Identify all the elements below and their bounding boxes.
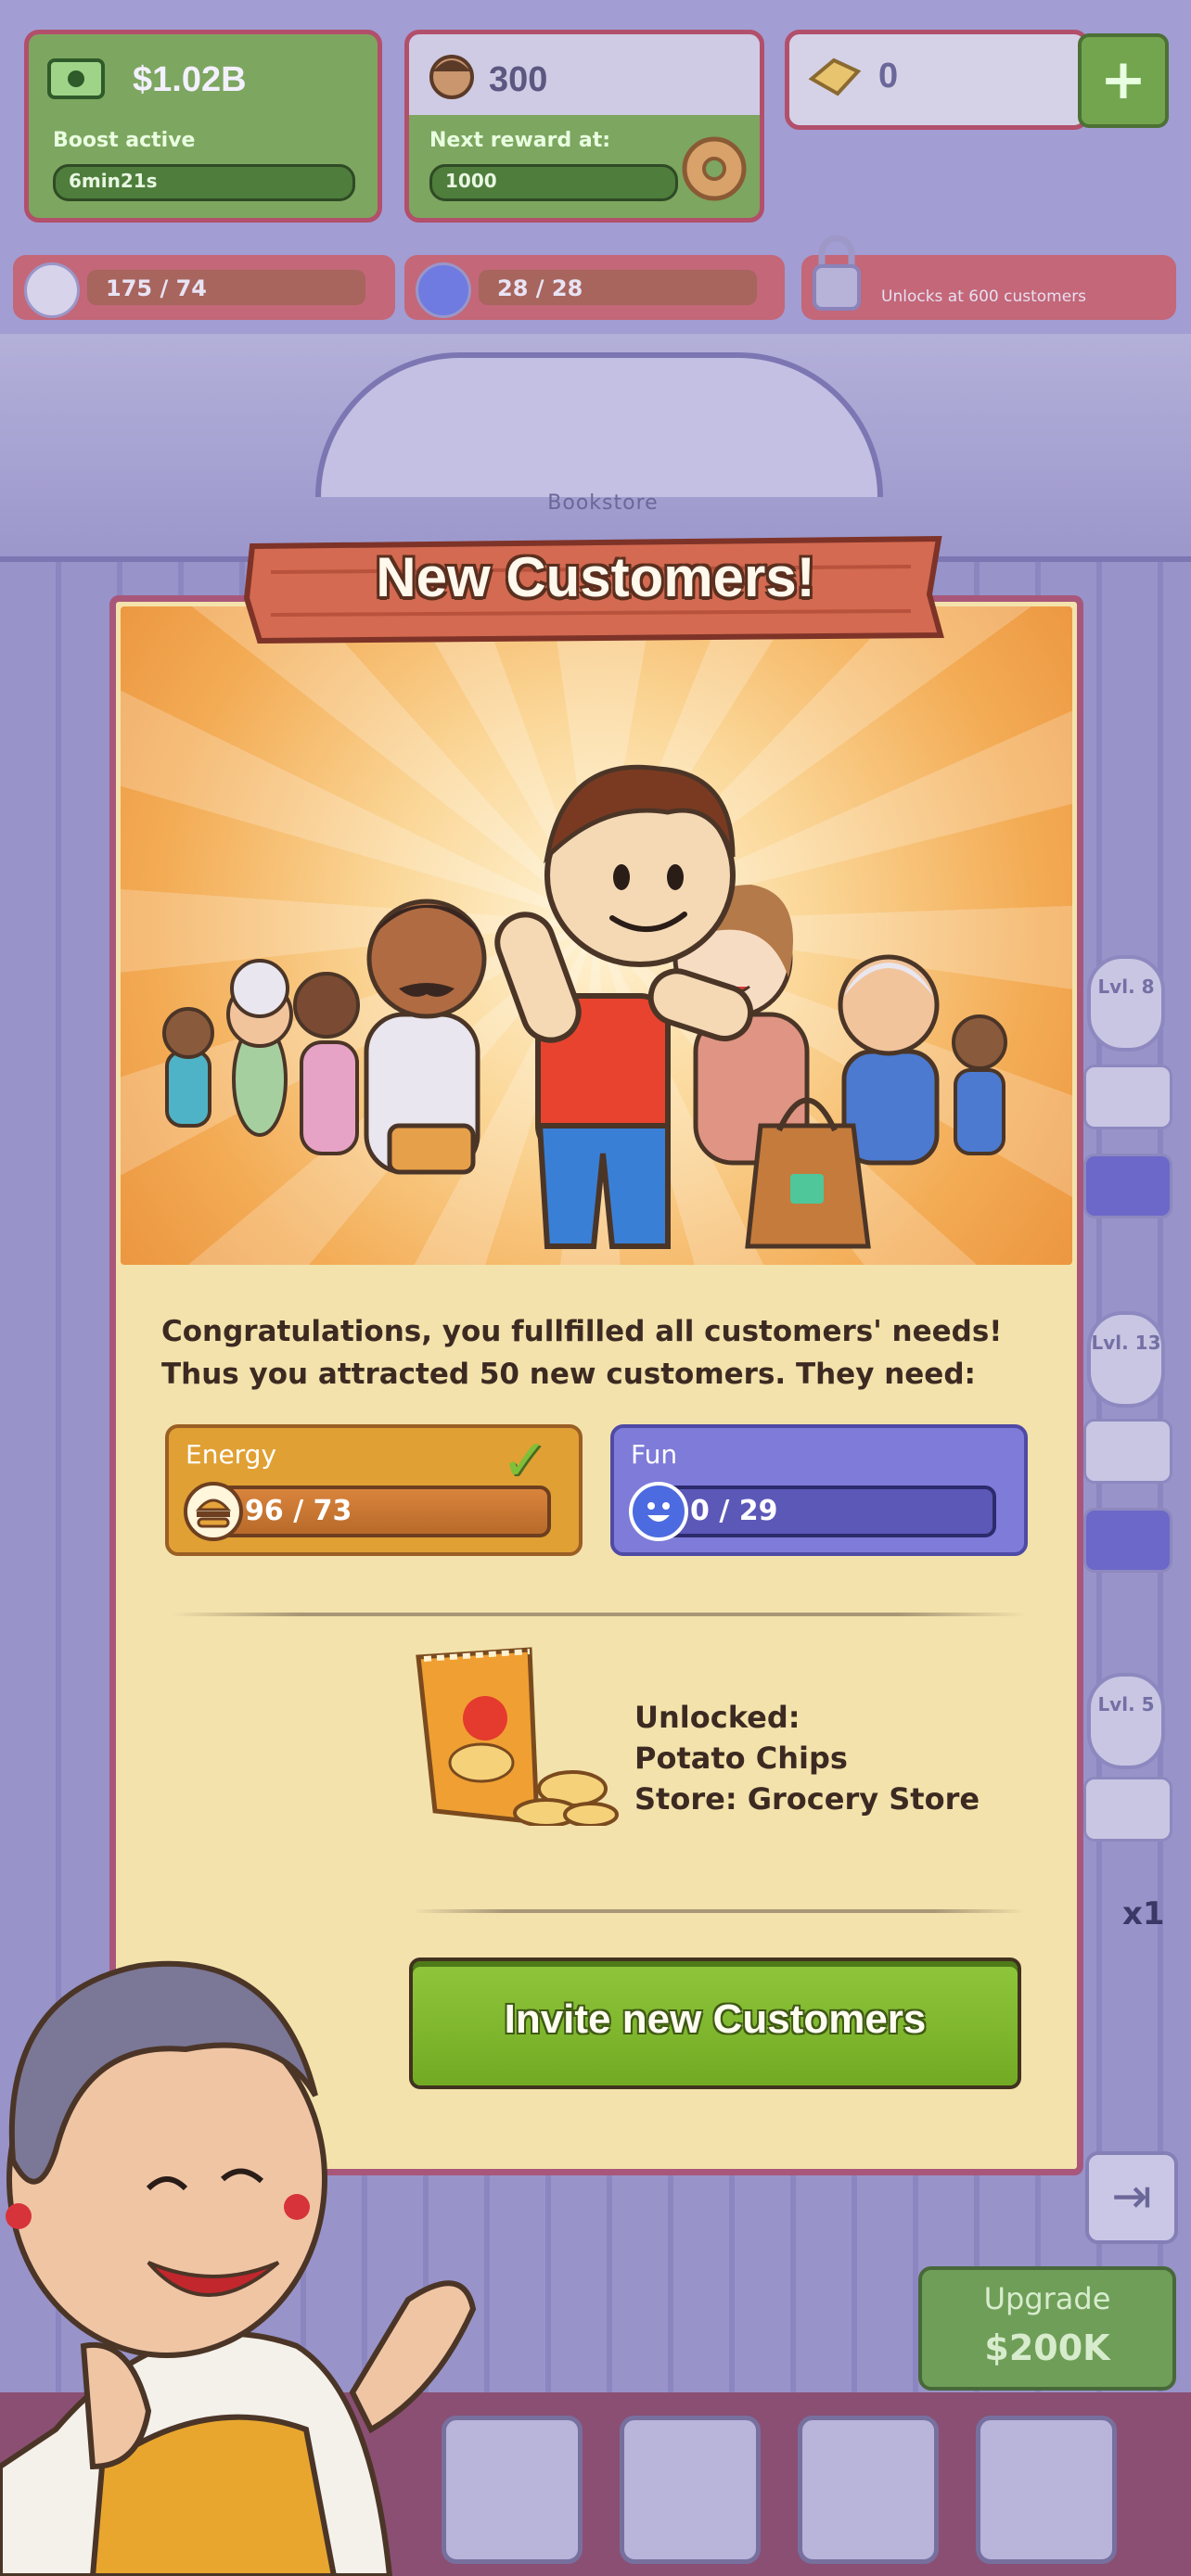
store-roof-arch bbox=[315, 352, 883, 497]
smiley-icon bbox=[416, 262, 471, 318]
smiley-icon bbox=[629, 1482, 688, 1541]
level-badge-2[interactable]: Lvl. 13 bbox=[1087, 1311, 1165, 1408]
unlock-info: Unlocked: Potato Chips Store: Grocery St… bbox=[634, 1697, 980, 1819]
dialog-title: New Customers! bbox=[376, 546, 815, 608]
nav-button-3[interactable] bbox=[798, 2416, 939, 2564]
fun-need-value: 0 / 29 bbox=[690, 1495, 778, 1527]
customer-group-illustration bbox=[162, 764, 1007, 1249]
reward-donut-icon bbox=[682, 136, 747, 201]
unlocked-label: Unlocked: bbox=[634, 1700, 800, 1735]
store-name-sign: Bookstore bbox=[547, 491, 659, 515]
check-icon: ✓ bbox=[501, 1426, 549, 1494]
upgrade-label: Upgrade bbox=[983, 2281, 1111, 2316]
customer-hero-boy bbox=[494, 764, 754, 1249]
customers-panel[interactable]: 300 Next reward at: 1000 bbox=[404, 30, 764, 223]
side-stat-2 bbox=[1083, 1419, 1172, 1484]
upgrade-price: $200K bbox=[984, 2327, 1110, 2368]
customer-woman-dark bbox=[293, 972, 360, 1155]
gem-count: 0 bbox=[878, 57, 899, 96]
gems-panel[interactable]: 0 bbox=[785, 30, 1089, 130]
upgrade-button[interactable]: Upgrade $200K bbox=[918, 2266, 1176, 2391]
level-badge-3[interactable]: Lvl. 5 bbox=[1087, 1673, 1165, 1769]
fun-need-name: Fun bbox=[631, 1439, 678, 1470]
energy-need-bar[interactable]: 175 / 74 bbox=[13, 255, 395, 320]
chips-icon bbox=[416, 1647, 619, 1826]
locked-need-text: Unlocks at 600 customers bbox=[881, 287, 1087, 306]
side-stat-1 bbox=[1083, 1065, 1172, 1129]
divider-top bbox=[172, 1613, 1025, 1616]
money-value: $1.02B bbox=[133, 60, 247, 99]
multiplier-label: x1 bbox=[1122, 1895, 1165, 1932]
invite-customers-button[interactable]: Invite new Customers bbox=[409, 1958, 1021, 2089]
exit-store-button[interactable]: ⇥ bbox=[1085, 2151, 1178, 2244]
unlocked-store: Store: Grocery Store bbox=[634, 1781, 980, 1817]
lock-icon bbox=[813, 235, 861, 311]
congratulations-message: Congratulations, you fullfilled all cust… bbox=[161, 1315, 1003, 1391]
customer-kid-right bbox=[952, 1014, 1007, 1155]
customer-icon bbox=[429, 55, 474, 99]
gem-icon bbox=[808, 57, 862, 96]
level-badge-1[interactable]: Lvl. 8 bbox=[1087, 955, 1165, 1052]
side-upgrade-1[interactable] bbox=[1083, 1154, 1172, 1218]
reward-progress-bar: 1000 bbox=[429, 164, 678, 201]
boost-label: Boost active bbox=[53, 129, 196, 152]
burger-icon bbox=[184, 1482, 243, 1541]
nav-button-4[interactable] bbox=[976, 2416, 1117, 2564]
customers-illustration bbox=[121, 606, 1072, 1265]
side-stat-3 bbox=[1083, 1777, 1172, 1842]
divider-bottom bbox=[413, 1909, 1025, 1913]
boost-timer: 6min21s bbox=[69, 170, 158, 192]
fun-need-value: 28 / 28 bbox=[497, 275, 583, 301]
customer-grandma bbox=[226, 959, 293, 1137]
energy-need-value: 175 / 74 bbox=[106, 275, 207, 301]
customer-count: 300 bbox=[489, 60, 548, 99]
fun-need-card: Fun 0 / 29 bbox=[610, 1424, 1028, 1556]
customer-mustache-man bbox=[364, 899, 487, 1175]
fun-need-bar[interactable]: 28 / 28 bbox=[404, 255, 785, 320]
energy-need-value: 96 / 73 bbox=[245, 1495, 352, 1527]
invite-customers-label: Invite new Customers bbox=[504, 1996, 927, 2042]
unlocked-item: Potato Chips bbox=[634, 1741, 848, 1776]
exit-icon: ⇥ bbox=[1111, 2169, 1152, 2225]
side-upgrade-2[interactable] bbox=[1083, 1508, 1172, 1573]
money-icon bbox=[47, 58, 105, 99]
shopkeeper-character bbox=[0, 1960, 477, 2576]
boost-timer-bar: 6min21s bbox=[53, 164, 355, 201]
energy-need-name: Energy bbox=[186, 1439, 277, 1470]
nav-button-2[interactable] bbox=[620, 2416, 761, 2564]
add-gems-button[interactable]: + bbox=[1078, 33, 1169, 128]
next-reward-value: 1000 bbox=[445, 170, 497, 192]
next-reward-label: Next reward at: bbox=[429, 129, 611, 152]
burger-icon bbox=[24, 262, 80, 318]
money-panel[interactable]: $1.02B Boost active 6min21s bbox=[24, 30, 382, 223]
customer-kid-left bbox=[162, 1007, 214, 1128]
